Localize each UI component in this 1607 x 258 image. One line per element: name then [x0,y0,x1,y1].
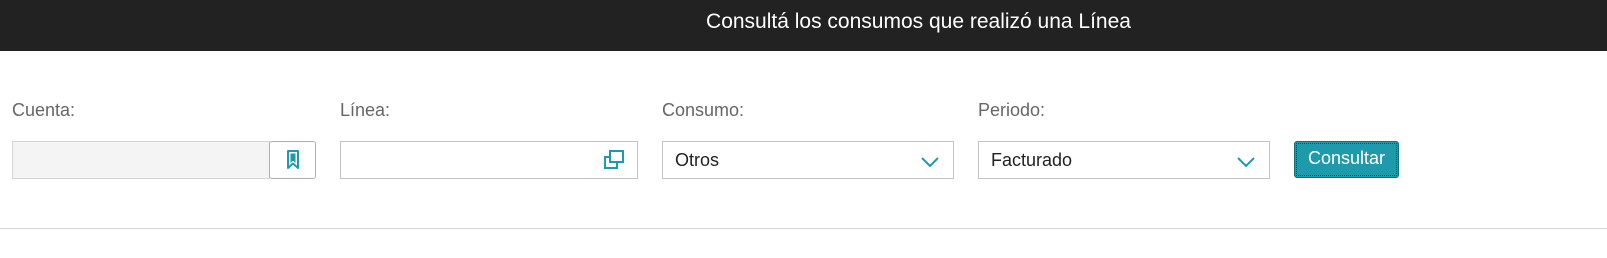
page-header: Consultá los consumos que realizó una Lí… [0,0,1607,51]
chevron-down-icon [920,155,940,173]
divider [0,228,1607,229]
cuenta-label: Cuenta: [12,100,76,120]
cuenta-bookmark-button[interactable] [269,141,316,179]
consumo-select[interactable]: Otros [662,141,954,179]
linea-input[interactable] [340,141,638,179]
consumo-label: Consumo: [662,100,745,120]
page-title: Consultá los consumos que realizó una Lí… [706,10,1131,33]
periodo-select[interactable]: Facturado [978,141,1270,179]
cuenta-input[interactable] [12,141,270,179]
open-window-icon[interactable] [603,150,625,175]
chevron-down-icon [1236,155,1256,173]
consumo-selected-value: Otros [675,150,720,170]
periodo-selected-value: Facturado [991,150,1073,170]
periodo-label: Periodo: [978,100,1046,120]
consultar-button[interactable]: Consultar [1294,141,1399,178]
linea-label: Línea: [340,100,391,120]
bookmark-icon [286,150,300,175]
